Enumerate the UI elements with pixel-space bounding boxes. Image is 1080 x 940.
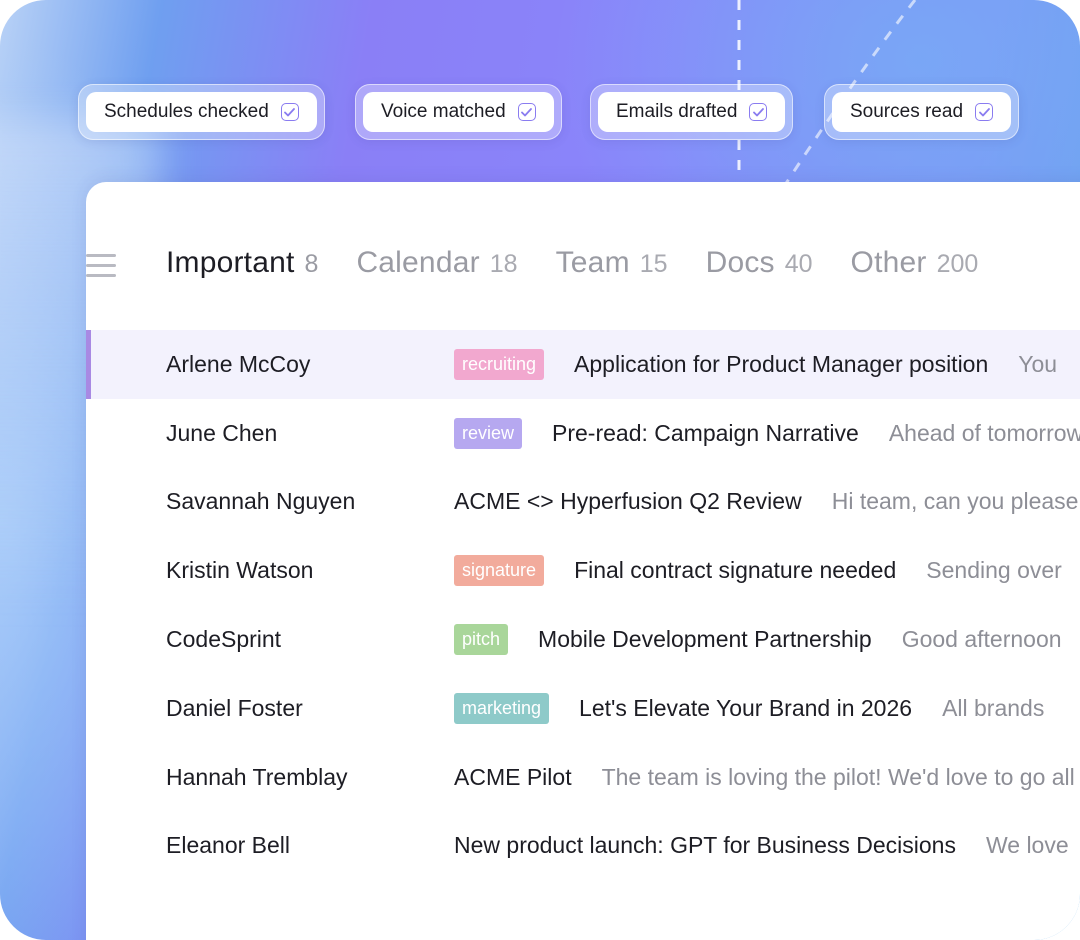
chip-label: Voice matched — [381, 101, 506, 122]
email-sender: Daniel Foster — [166, 694, 303, 721]
tab-label: Important — [166, 246, 295, 279]
checkbox-checked-icon — [975, 103, 994, 121]
tab-other[interactable]: Other 200 — [851, 246, 979, 280]
chip-label: Emails drafted — [616, 101, 738, 122]
email-row[interactable]: CodeSprint pitch Mobile Development Part… — [86, 605, 1080, 674]
tab-label: Calendar — [356, 246, 480, 279]
email-row[interactable]: Eleanor Bell New product launch: GPT for… — [86, 812, 1080, 881]
email-preview: The team is loving the pilot! We'd love … — [601, 763, 1075, 790]
email-subject: Pre-read: Campaign Narrative — [552, 419, 859, 446]
tab-count: 15 — [639, 250, 668, 278]
email-subject: ACME Pilot — [454, 763, 572, 790]
email-row[interactable]: Arlene McCoy recruiting Application for … — [86, 330, 1080, 399]
email-preview: Sending over — [926, 557, 1062, 584]
hamburger-menu-icon[interactable] — [86, 254, 118, 280]
email-sender: June Chen — [166, 419, 278, 446]
tab-important[interactable]: Important 8 — [166, 246, 318, 280]
email-preview: We love — [985, 832, 1069, 859]
email-subject: New product launch: GPT for Business Dec… — [454, 832, 956, 859]
email-subject: Let's Elevate Your Brand in 2026 — [579, 694, 913, 721]
tab-calendar[interactable]: Calendar 18 — [356, 246, 517, 280]
email-subject: Application for Product Manager position — [574, 350, 989, 377]
chip-label: Schedules checked — [104, 101, 269, 122]
email-sender: Hannah Tremblay — [166, 763, 348, 790]
email-sender: Eleanor Bell — [166, 832, 291, 859]
email-subject: Final contract signature needed — [574, 557, 897, 584]
tab-count: 40 — [784, 250, 813, 278]
email-preview: All brands — [942, 694, 1045, 721]
app-background: Schedules checked Voice matched Emails d… — [0, 0, 1080, 940]
email-list: Arlene McCoy recruiting Application for … — [86, 330, 1080, 880]
email-preview: Good afternoon — [901, 626, 1062, 653]
status-chip-voice: Voice matched — [355, 84, 562, 140]
email-row[interactable]: Kristin Watson signature Final contract … — [86, 536, 1080, 605]
checkbox-checked-icon — [280, 103, 299, 121]
category-tabs: Important 8 Calendar 18 Team 15 Docs 40 … — [166, 246, 978, 280]
email-sender: Arlene McCoy — [166, 350, 311, 377]
tab-docs[interactable]: Docs 40 — [706, 246, 813, 280]
email-row[interactable]: Hannah Tremblay ACME Pilot The team is l… — [86, 743, 1080, 812]
email-tag: pitch — [454, 624, 509, 656]
email-tag: signature — [454, 555, 545, 587]
chip-label: Sources read — [850, 101, 964, 122]
email-sender: Savannah Nguyen — [166, 488, 356, 515]
email-subject: ACME <> Hyperfusion Q2 Review — [454, 488, 802, 515]
email-tag: marketing — [454, 692, 550, 724]
tab-count: 8 — [304, 250, 319, 278]
email-tag: recruiting — [454, 348, 545, 380]
email-tag: review — [454, 417, 523, 449]
email-sender: CodeSprint — [166, 626, 282, 653]
tab-team[interactable]: Team 15 — [556, 246, 668, 280]
email-row[interactable]: Daniel Foster marketing Let's Elevate Yo… — [86, 674, 1080, 743]
tab-label: Other — [850, 246, 927, 279]
checkbox-checked-icon — [749, 103, 768, 121]
email-preview: Ahead of tomorrow — [888, 419, 1080, 446]
status-chip-emails: Emails drafted — [590, 84, 794, 140]
status-chip-schedules: Schedules checked — [78, 84, 325, 140]
email-subject: Mobile Development Partnership — [538, 626, 872, 653]
tab-count: 200 — [936, 250, 979, 278]
tab-label: Team — [555, 246, 630, 279]
email-preview: You — [1018, 350, 1058, 377]
email-preview: Hi team, can you please — [831, 488, 1079, 515]
email-sender: Kristin Watson — [166, 557, 314, 584]
tab-count: 18 — [489, 250, 518, 278]
inbox-panel: Important 8 Calendar 18 Team 15 Docs 40 … — [86, 182, 1080, 940]
email-row[interactable]: Savannah Nguyen ACME <> Hyperfusion Q2 R… — [86, 468, 1080, 537]
tab-label: Docs — [705, 246, 775, 279]
checkbox-checked-icon — [517, 103, 536, 121]
status-chip-sources: Sources read — [824, 84, 1020, 140]
email-row[interactable]: June Chen review Pre-read: Campaign Narr… — [86, 399, 1080, 468]
